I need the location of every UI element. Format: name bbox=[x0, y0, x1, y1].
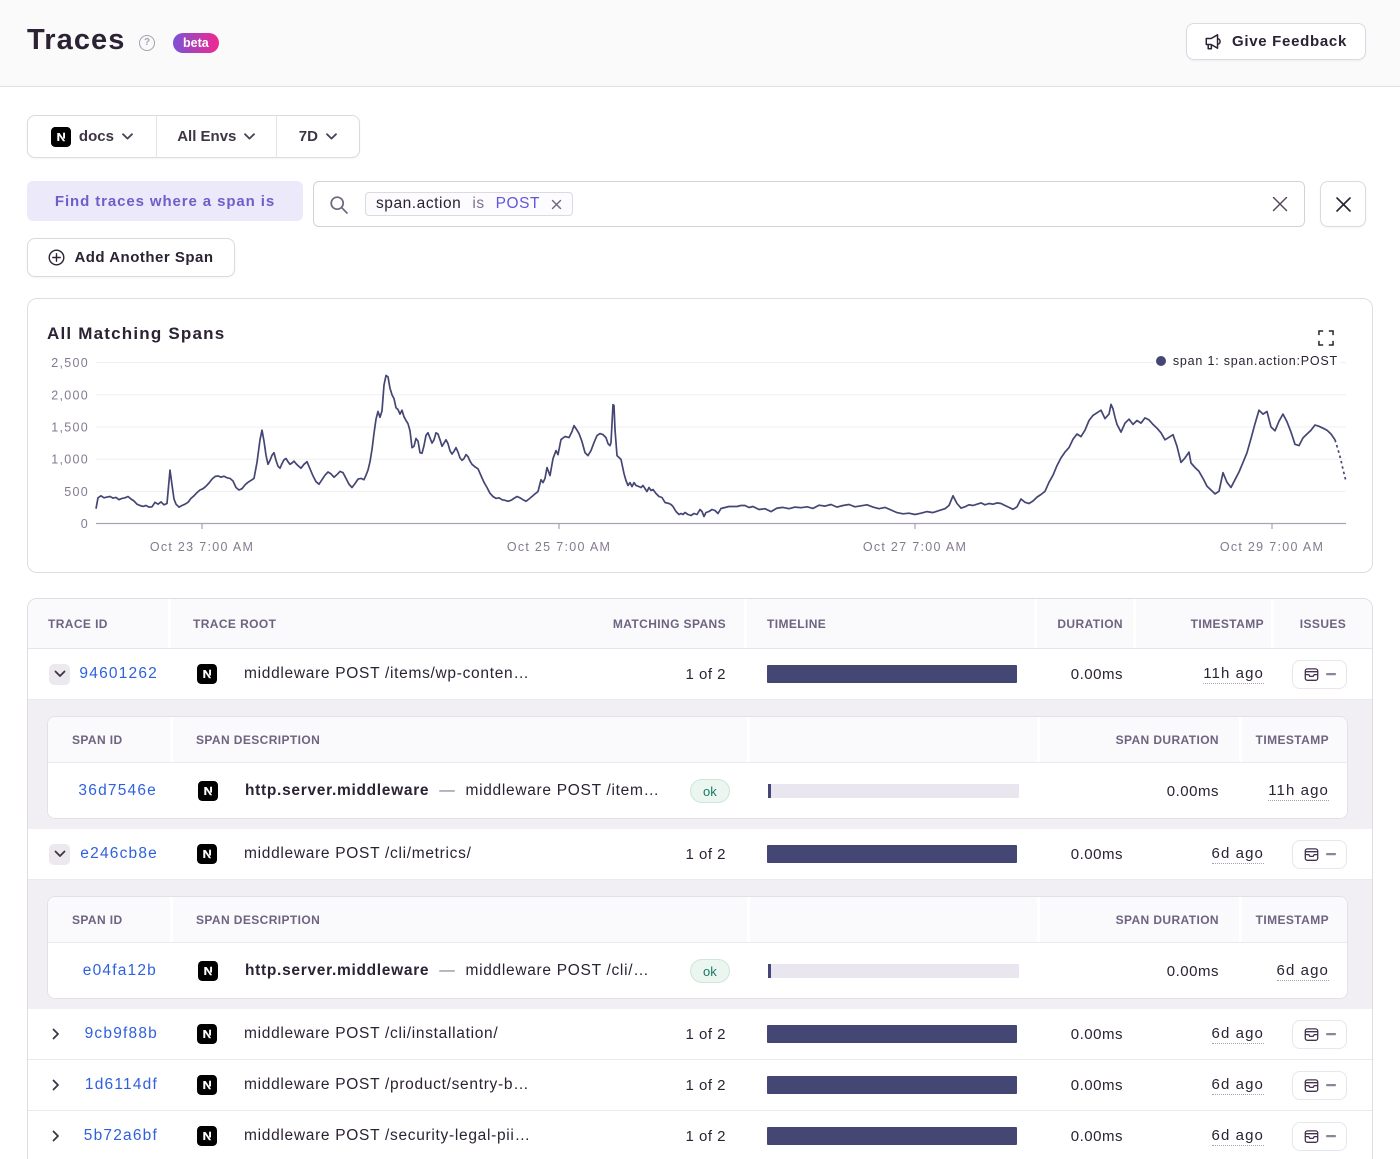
svg-text:500: 500 bbox=[64, 485, 89, 499]
svg-text:Oct 29 7:00 AM: Oct 29 7:00 AM bbox=[1220, 540, 1324, 554]
svg-text:Oct 25 7:00 AM: Oct 25 7:00 AM bbox=[507, 540, 611, 554]
svg-text:Oct 23 7:00 AM: Oct 23 7:00 AM bbox=[150, 540, 254, 554]
svg-text:Oct 27 7:00 AM: Oct 27 7:00 AM bbox=[863, 540, 967, 554]
svg-text:1,000: 1,000 bbox=[51, 453, 89, 467]
svg-text:0: 0 bbox=[81, 517, 89, 531]
svg-text:1,500: 1,500 bbox=[51, 421, 89, 435]
svg-text:2,000: 2,000 bbox=[51, 388, 89, 402]
svg-text:2,500: 2,500 bbox=[51, 356, 89, 370]
